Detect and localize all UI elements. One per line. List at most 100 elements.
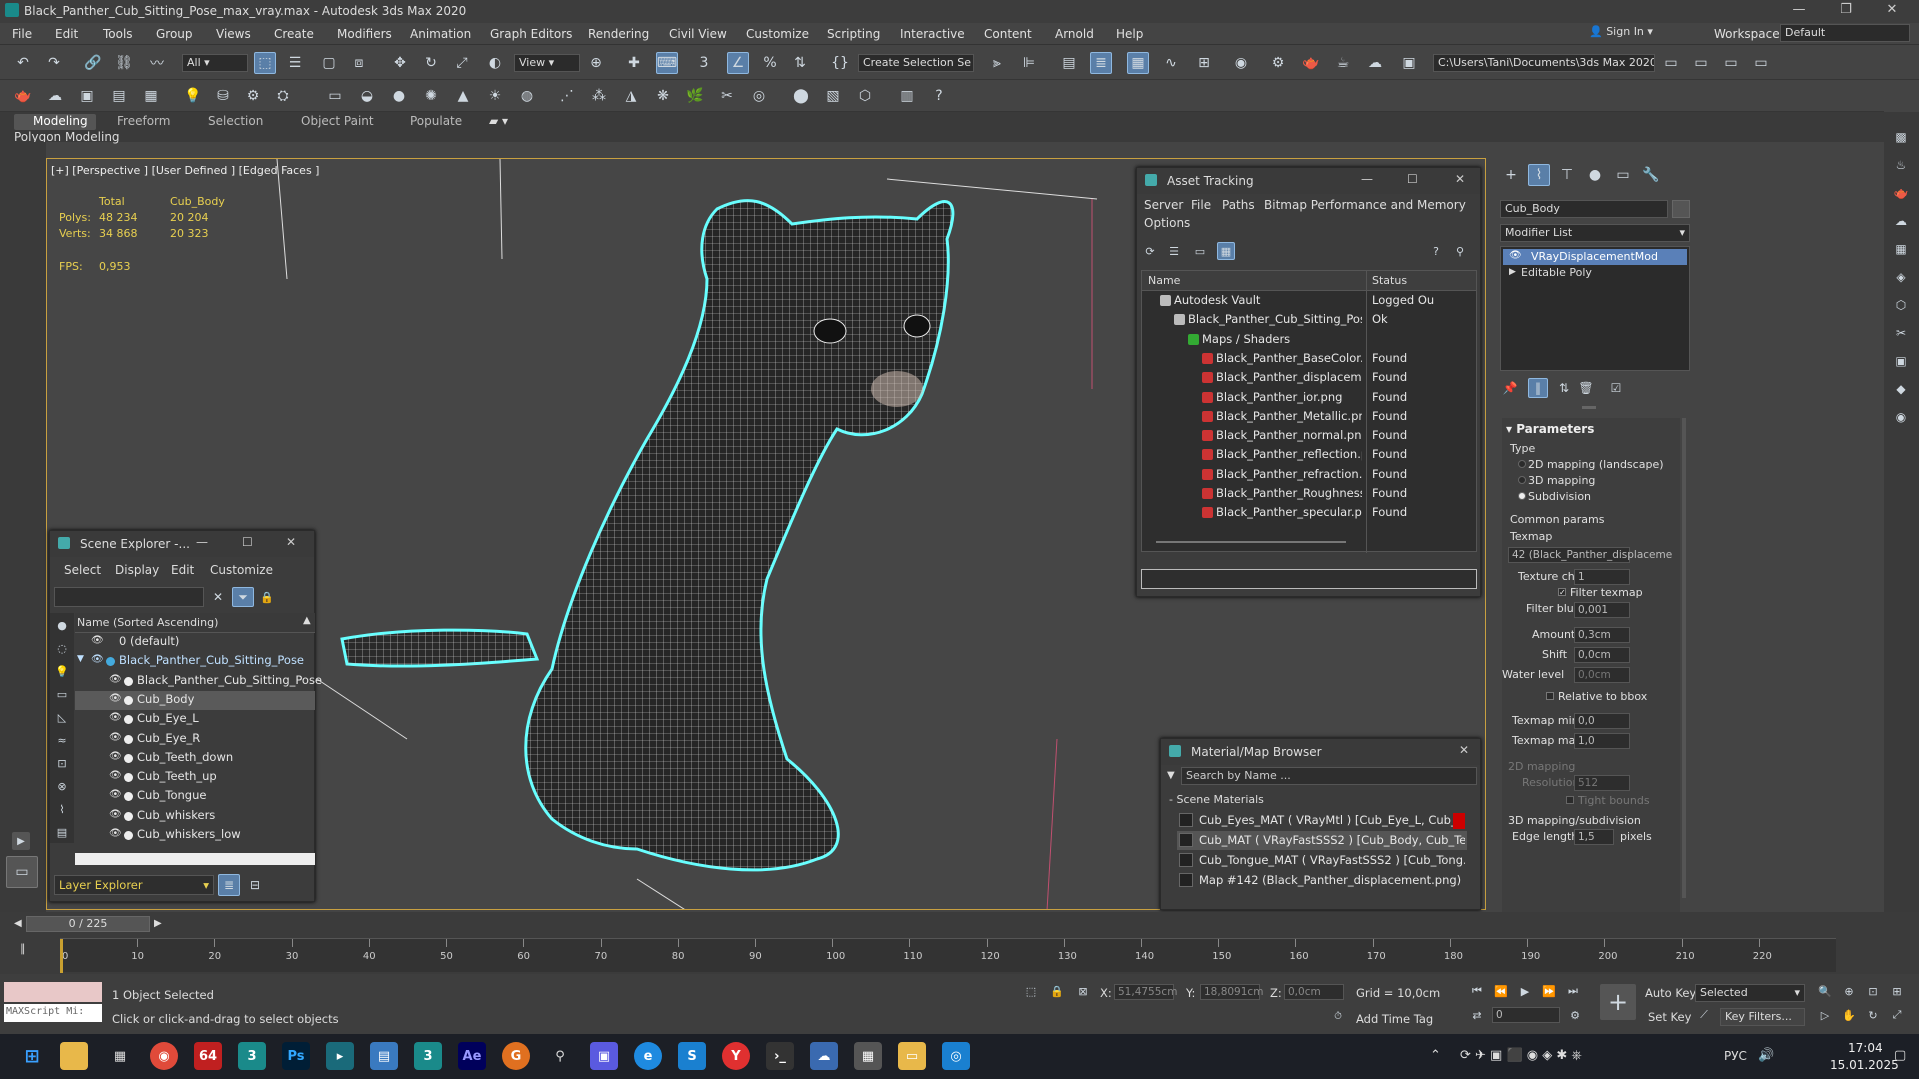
material-item[interactable]: Cub_Tongue_MAT ( VRayFastSSS2 ) [Cub_Ton… bbox=[1177, 851, 1467, 870]
visibility-eye-icon[interactable]: 👁 bbox=[109, 828, 122, 839]
keyboard-language[interactable]: РУС bbox=[1724, 1049, 1747, 1063]
object-name-field[interactable]: Cub_Body bbox=[1500, 200, 1668, 218]
mmb-search-input[interactable]: Search by Name ... bbox=[1181, 767, 1477, 785]
rotate-icon[interactable]: ↻ bbox=[420, 52, 442, 74]
scene-tree-item[interactable]: 👁 Cub_Eye_R bbox=[75, 730, 315, 749]
dome-light-icon[interactable]: ◒ bbox=[356, 85, 378, 107]
scene-tree-item[interactable]: 👁 Cub_Eye_L bbox=[75, 710, 315, 729]
undo-icon[interactable]: ↶ bbox=[12, 52, 34, 74]
stack-item-editable-poly[interactable]: Editable Poly bbox=[1521, 266, 1592, 279]
visibility-eye-icon[interactable]: 👁 bbox=[109, 712, 122, 723]
play-icon[interactable]: ▶ bbox=[1516, 982, 1534, 1000]
freeze-dot-icon[interactable] bbox=[124, 695, 133, 705]
link-icon[interactable]: 🔗 bbox=[82, 52, 104, 74]
lister-icon[interactable]: ▤ bbox=[108, 85, 130, 107]
next-frame-icon[interactable]: ⏩ bbox=[1540, 982, 1558, 1000]
panel-divider-grip[interactable] bbox=[1582, 406, 1596, 409]
current-frame-field[interactable]: 0 bbox=[1492, 1007, 1560, 1023]
curve-editor-icon[interactable]: ∿ bbox=[1160, 52, 1182, 74]
asset-row[interactable]: Black_Panther_displacement.png Found bbox=[1142, 369, 1476, 388]
file-explorer-icon[interactable] bbox=[60, 1042, 88, 1070]
sun-icon[interactable]: ☀ bbox=[484, 85, 506, 107]
plugin-icon[interactable]: ⛭ bbox=[272, 85, 294, 107]
pivot-center-icon[interactable]: ⊕ bbox=[585, 52, 607, 74]
current-time-marker[interactable] bbox=[60, 939, 63, 973]
project-icon-3[interactable]: ▭ bbox=[1720, 52, 1742, 74]
mirror-icon[interactable]: ⫸ bbox=[986, 52, 1008, 74]
freeze-dot-icon[interactable] bbox=[124, 734, 133, 744]
mmb-options-icon[interactable]: ▼ bbox=[1167, 770, 1175, 781]
at-table-icon[interactable]: ▦ bbox=[1217, 242, 1235, 260]
project-icon-4[interactable]: ▭ bbox=[1750, 52, 1772, 74]
utilities-tab-icon[interactable]: 🔧 bbox=[1640, 164, 1662, 186]
h-scrollbar[interactable] bbox=[1156, 541, 1346, 543]
menu-customize[interactable]: Customize bbox=[746, 27, 809, 41]
sphere-material-icon[interactable]: ⬤ bbox=[790, 85, 812, 107]
display-shapes-icon[interactable]: ◌ bbox=[52, 638, 72, 658]
close-icon[interactable]: ✕ bbox=[1459, 743, 1469, 757]
render-region-icon[interactable]: ☁ bbox=[44, 85, 66, 107]
app-icon[interactable]: ▸ bbox=[326, 1042, 354, 1070]
asset-row[interactable]: Black_Panther_Cub_Sitting_Pose_max_... Ok bbox=[1142, 311, 1476, 330]
at-menu-paths[interactable]: Paths bbox=[1222, 198, 1255, 212]
scene-tree-item[interactable]: 👁 Cub_whiskers_low bbox=[75, 826, 315, 845]
freeze-dot-icon[interactable] bbox=[124, 753, 133, 763]
ambient-light-icon[interactable]: ◍ bbox=[516, 85, 538, 107]
tab-modeling[interactable]: Modeling bbox=[33, 114, 88, 128]
radio-subdivision[interactable] bbox=[1518, 492, 1526, 500]
visibility-eye-icon[interactable]: 👁 bbox=[109, 751, 122, 762]
lamp-icon[interactable]: ♨ bbox=[1890, 154, 1912, 176]
rendered-frame-icon[interactable]: 🫖 bbox=[1300, 52, 1322, 74]
angle-snap-icon[interactable]: ∠ bbox=[727, 52, 749, 74]
hierarchy-icon[interactable]: ⊟ bbox=[244, 874, 266, 896]
time-tag-icon[interactable]: ⏱ bbox=[1330, 1008, 1346, 1024]
after-effects-icon[interactable]: Ae bbox=[458, 1042, 486, 1070]
mini-curve-icon[interactable]: ∥ bbox=[20, 942, 26, 955]
minimize-icon[interactable]: — bbox=[196, 535, 208, 549]
display-helpers-icon[interactable]: ◺ bbox=[52, 707, 72, 727]
prev-frame-icon[interactable]: ⏪ bbox=[1492, 982, 1510, 1000]
pan-icon[interactable]: ✋ bbox=[1840, 1006, 1858, 1024]
ribbon-toggle-icon[interactable]: ▦ bbox=[1127, 52, 1149, 74]
asset-row[interactable]: Black_Panther_refraction.png Found bbox=[1142, 466, 1476, 485]
tray-icons[interactable]: ⟳ ✈ ▣ ⬛ ◉ ◈ ✱ ⎈ bbox=[1460, 1048, 1582, 1063]
display-bones-icon[interactable]: ⌇ bbox=[52, 799, 72, 819]
freeze-dot-icon[interactable] bbox=[106, 638, 115, 647]
visibility-eye-icon[interactable]: 👁 bbox=[109, 809, 122, 820]
grid-layout-icon[interactable]: ▦ bbox=[1890, 238, 1912, 260]
set-key-button[interactable]: Set Key bbox=[1648, 1010, 1691, 1024]
relative-bbox-label[interactable]: Relative to bbox bbox=[1558, 690, 1647, 703]
time-prev-icon[interactable]: ◀ bbox=[14, 918, 22, 929]
tab-object-paint[interactable]: Object Paint bbox=[301, 114, 374, 128]
asset-row[interactable]: Black_Panther_reflection.png Found bbox=[1142, 446, 1476, 465]
lock-icon[interactable]: 🔒 bbox=[257, 587, 277, 607]
visibility-eye-icon[interactable]: 👁 bbox=[109, 770, 122, 781]
decal-icon[interactable]: ❋ bbox=[652, 85, 674, 107]
asset-row[interactable]: Black_Panther_normal.png Found bbox=[1142, 427, 1476, 446]
parameters-rollout-header[interactable]: ▾ Parameters bbox=[1506, 422, 1594, 436]
clear-search-icon[interactable]: ✕ bbox=[208, 587, 228, 607]
at-menu-server[interactable]: Server bbox=[1144, 198, 1183, 212]
key-selection-dropdown[interactable]: Selected ▾ bbox=[1695, 984, 1805, 1002]
menu-graph-editors[interactable]: Graph Editors bbox=[490, 27, 572, 41]
menu-civil-view[interactable]: Civil View bbox=[669, 27, 727, 41]
maxscript-listener[interactable] bbox=[4, 982, 102, 1002]
amount-spinner[interactable]: 0,3cm bbox=[1574, 627, 1630, 643]
filter-texmap-label[interactable]: Filter texmap bbox=[1570, 586, 1643, 599]
light-lister-icon[interactable]: 💡 bbox=[182, 85, 204, 107]
minimize-icon[interactable]: — bbox=[1779, 2, 1819, 17]
freeze-dot-icon[interactable] bbox=[124, 715, 133, 725]
pin-stack-icon[interactable]: 📌 bbox=[1500, 378, 1520, 398]
fur-grass-icon[interactable]: 🌿 bbox=[684, 85, 706, 107]
clock-time[interactable]: 17:04 bbox=[1848, 1041, 1883, 1055]
menu-content[interactable]: Content bbox=[984, 27, 1032, 41]
scene-tree-item[interactable]: 👁 Black_Panther_Cub_Sitting_Pose bbox=[75, 672, 322, 691]
app-64-icon[interactable]: 64 bbox=[194, 1042, 222, 1070]
window-crossing-icon[interactable]: ⧈ bbox=[348, 52, 370, 74]
material-item[interactable]: Cub_MAT ( VRayFastSSS2 ) [Cub_Body, Cub_… bbox=[1177, 831, 1467, 850]
modify-tab-icon[interactable]: ⌇ bbox=[1528, 164, 1550, 186]
motion-tab-icon[interactable]: ● bbox=[1584, 164, 1606, 186]
filter-icon[interactable]: ⏷ bbox=[232, 587, 254, 607]
visibility-eye-icon[interactable]: 👁 bbox=[109, 789, 122, 800]
z-coordinate-field[interactable]: 0,0cm bbox=[1284, 984, 1344, 1000]
